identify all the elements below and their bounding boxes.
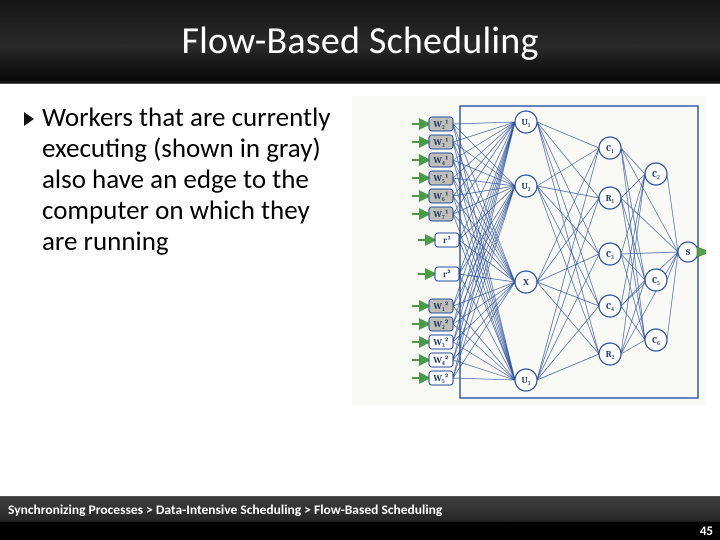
svg-text:U₁: U₁ [522,118,531,128]
svg-text:U₂: U₂ [522,182,531,192]
slide-title: Flow-Based Scheduling [0,0,720,64]
svg-text:S: S [686,248,691,258]
svg-text:W₃²: W₃² [432,338,448,348]
slide-body: Workers that are currently executing (sh… [0,84,720,496]
breadcrumb-bar: Synchronizing Processes > Data-Intensive… [0,496,720,522]
slide-header: Flow-Based Scheduling [0,0,720,84]
svg-text:W₂¹: W₂¹ [432,120,448,130]
svg-text:C₆: C₆ [652,336,660,346]
svg-text:U₃: U₃ [522,376,531,386]
svg-text:W₅²: W₅² [432,374,448,384]
svg-text:W₆¹: W₆¹ [432,192,448,202]
svg-text:W₄²: W₄² [432,356,448,366]
svg-text:W₅¹: W₅¹ [432,174,448,184]
svg-text:C₂: C₂ [652,170,660,180]
svg-text:C₄: C₄ [606,302,614,312]
svg-text:W₇¹: W₇¹ [432,210,448,220]
svg-text:R₂: R₂ [606,350,615,360]
page-number: 45 [700,524,713,539]
svg-text:W₂²: W₂² [432,320,448,330]
svg-text:W₁²: W₁² [432,302,448,312]
svg-text:r¹: r¹ [443,236,451,246]
svg-text:W₃¹: W₃¹ [432,138,448,148]
svg-text:C₅: C₅ [652,276,660,286]
svg-text:r²: r² [443,270,451,280]
bullet-list: Workers that are currently executing (sh… [24,102,344,257]
svg-text:C₃: C₃ [606,250,614,260]
bullet-item: Workers that are currently executing (sh… [24,102,344,257]
flow-diagram: W₂¹ W₃¹ W₄¹ W₅¹ W₆¹ W₇¹ r¹ r² W₁² W₂² W₃² W₄² W₅² U₁… [352,96,706,406]
bullet-text: Workers that are currently executing (sh… [42,102,344,257]
footer-strip: 45 [0,522,720,540]
svg-text:C₁: C₁ [606,144,614,154]
breadcrumb: Synchronizing Processes > Data-Intensive… [8,501,442,518]
bullet-marker-icon [24,112,34,126]
svg-text:R₁: R₁ [606,194,615,204]
svg-text:W₄¹: W₄¹ [432,156,448,166]
svg-text:X: X [523,278,529,288]
